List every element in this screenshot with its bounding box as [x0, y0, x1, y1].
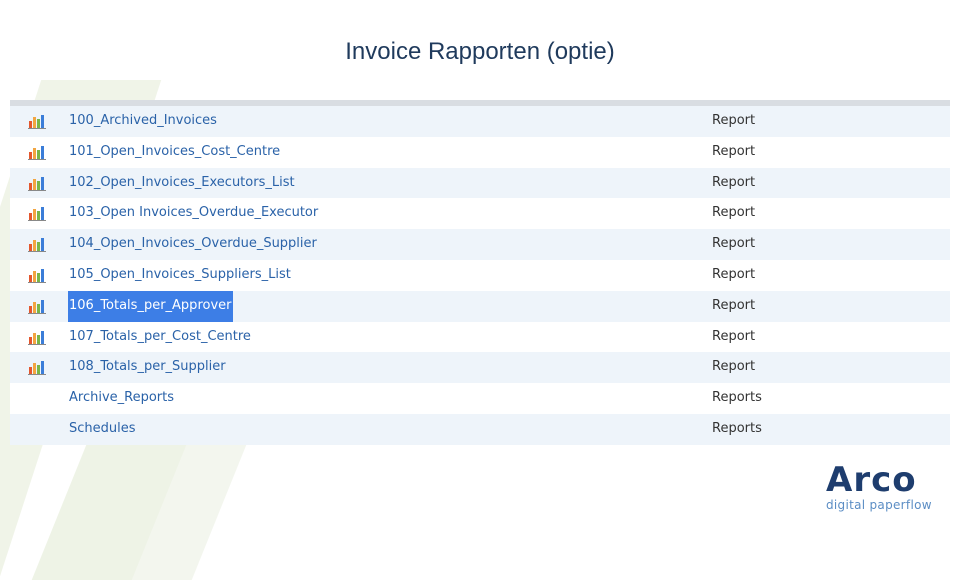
list-item[interactable]: 103_Open Invoices_Overdue_Executor Repor… — [10, 198, 950, 230]
report-link-selected[interactable]: 106_Totals_per_Approver — [68, 290, 233, 322]
list-item[interactable]: 102_Open_Invoices_Executors_List Report — [10, 167, 950, 199]
report-link[interactable]: 100_Archived_Invoices — [68, 106, 218, 137]
logo-wordmark: Arco — [826, 460, 917, 500]
report-link[interactable]: 104_Open_Invoices_Overdue_Supplier — [68, 229, 318, 260]
list-item[interactable]: Archive_Reports Reports — [10, 383, 950, 414]
item-type: Report — [712, 236, 756, 252]
list-item[interactable]: 107_Totals_per_Cost_Centre Report — [10, 321, 950, 353]
item-type: Reports — [712, 420, 762, 436]
report-link[interactable]: 101_Open_Invoices_Cost_Centre — [68, 137, 281, 168]
bar-chart-icon — [28, 145, 48, 160]
arco-logo: Arco digital paperflow — [826, 462, 936, 518]
bar-chart-icon — [28, 237, 48, 253]
list-item[interactable]: 106_Totals_per_Approver Report — [10, 290, 950, 322]
bar-chart-icon — [28, 330, 48, 345]
item-type: Report — [712, 359, 756, 375]
report-link[interactable]: 105_Open_Invoices_Suppliers_List — [68, 260, 292, 291]
item-type: Report — [712, 266, 756, 282]
list-item[interactable]: 108_Totals_per_Supplier Report — [10, 352, 950, 384]
bar-chart-icon — [28, 206, 48, 222]
bar-chart-icon — [28, 268, 48, 283]
list-item[interactable]: 100_Archived_Invoices Report — [10, 106, 950, 137]
item-type: Report — [712, 328, 756, 344]
report-link[interactable]: 108_Totals_per_Supplier — [68, 352, 227, 383]
list-item[interactable]: 105_Open_Invoices_Suppliers_List Report — [10, 259, 950, 291]
logo-tagline: digital paperflow — [826, 498, 932, 512]
item-type: Report — [712, 205, 756, 221]
list-item[interactable]: 104_Open_Invoices_Overdue_Supplier Repor… — [10, 229, 950, 260]
folder-link[interactable]: Archive_Reports — [68, 383, 175, 414]
bar-chart-icon — [28, 299, 48, 314]
bar-chart-icon — [28, 360, 48, 376]
list-item[interactable]: 101_Open_Invoices_Cost_Centre Report — [10, 136, 950, 168]
report-link[interactable]: 102_Open_Invoices_Executors_List — [68, 168, 296, 199]
report-list: 100_Archived_Invoices Report 101_Open_In… — [10, 100, 950, 445]
item-type: Report — [712, 297, 756, 313]
report-link[interactable]: 107_Totals_per_Cost_Centre — [68, 322, 252, 353]
list-item[interactable]: Schedules Reports — [10, 413, 950, 445]
item-type: Report — [712, 143, 756, 159]
bar-chart-icon — [28, 176, 48, 191]
item-type: Report — [712, 113, 756, 128]
item-type: Report — [712, 174, 756, 190]
report-link[interactable]: 103_Open Invoices_Overdue_Executor — [68, 198, 319, 229]
item-type: Reports — [712, 390, 762, 406]
folder-link[interactable]: Schedules — [68, 414, 137, 445]
bar-chart-icon — [28, 114, 48, 129]
page-title: Invoice Rapporten (optie) — [345, 38, 615, 65]
